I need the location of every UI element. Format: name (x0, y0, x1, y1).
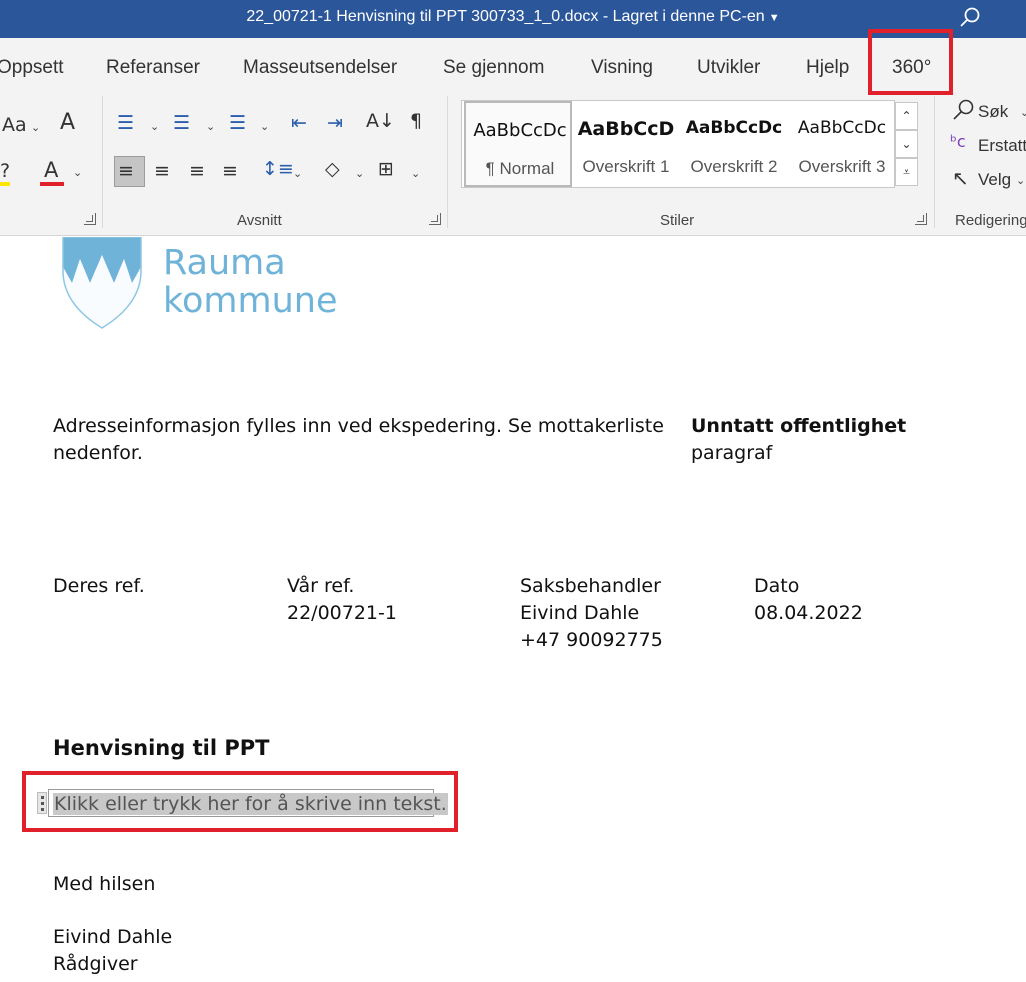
style-name: Overskrift 1 (582, 157, 670, 176)
signer-name: Eivind Dahle (53, 926, 173, 948)
styles-gallery: AaBbCcDc ¶ Normal AaBbCcD Overskrift 1 A… (461, 100, 895, 188)
rauma-coat-of-arms-icon (62, 237, 142, 329)
styles-group-label: Stiler (660, 212, 695, 229)
signer-title: Rådgiver (53, 953, 138, 975)
style-name: Overskrift 2 (690, 157, 778, 176)
group-separator (447, 96, 448, 228)
gallery-scroll-up-icon[interactable]: ⌃ (895, 102, 918, 130)
classification-title: Unntatt offentlighet (691, 415, 907, 437)
chevron-down-icon[interactable]: ⌄ (73, 166, 82, 179)
align-center-icon[interactable]: ≡ (154, 162, 170, 181)
search-icon[interactable] (950, 98, 976, 124)
style-sample: AaBbCcDc (685, 118, 783, 138)
saksbehandler-label: Saksbehandler (520, 575, 661, 597)
style-sample: AaBbCcD (577, 118, 675, 140)
style-heading-2[interactable]: AaBbCcDc Overskrift 2 (680, 101, 788, 187)
logo-text-rauma: Rauma (163, 243, 286, 283)
tab-se-gjennom[interactable]: Se gjennom (443, 57, 544, 79)
group-separator (102, 96, 103, 228)
show-formatting-marks-icon[interactable]: ¶ (410, 112, 422, 131)
align-left-icon: ≡ (118, 160, 134, 182)
tab-hjelp[interactable]: Hjelp (806, 57, 849, 79)
logo-text-kommune: kommune (163, 281, 338, 321)
chevron-down-icon[interactable]: ⌄ (206, 120, 215, 133)
chevron-down-icon[interactable]: ⌄ (1020, 106, 1026, 119)
styles-dialog-launcher-icon[interactable] (915, 213, 927, 225)
tab-masseutsendelser[interactable]: Masseutsendelser (243, 57, 397, 79)
numbering-icon[interactable]: ☰ (173, 114, 190, 133)
increase-indent-icon[interactable]: ⇥ (327, 114, 343, 133)
borders-icon[interactable]: ⊞ (378, 160, 394, 179)
style-heading-1[interactable]: AaBbCcD Overskrift 1 (572, 101, 680, 187)
chevron-down-icon[interactable]: ▼ (769, 12, 780, 24)
editing-group-label: Redigering (955, 212, 1026, 229)
select-button[interactable]: Velg (978, 170, 1011, 190)
font-color-icon[interactable]: A (44, 160, 58, 181)
closing-text: Med hilsen (53, 873, 156, 895)
style-normal[interactable]: AaBbCcDc ¶ Normal (464, 101, 572, 187)
var-ref-label: Vår ref. (287, 575, 355, 597)
sort-icon[interactable]: A↓ (366, 112, 395, 131)
highlight-color-swatch (0, 182, 10, 186)
document-page[interactable]: Rauma kommune Adresseinformasjon fylles … (0, 237, 1026, 982)
font-color-swatch (40, 182, 64, 186)
gallery-more-icon[interactable]: ⩡ (895, 158, 918, 186)
replace-icon[interactable]: ᵇc (950, 134, 966, 150)
highlight-box-content-control (22, 771, 458, 832)
style-heading-3[interactable]: AaBbCcDc Overskrift 3 (788, 101, 896, 187)
style-name: ¶ Normal (485, 159, 555, 178)
paragraph-group-label: Avsnitt (237, 212, 282, 229)
multilevel-list-icon[interactable]: ☰ (229, 114, 246, 133)
dato-value: 08.04.2022 (754, 602, 863, 624)
saksbehandler-name: Eivind Dahle (520, 602, 640, 624)
window-title[interactable]: 22_00721-1 Henvisning til PPT 300733_1_0… (0, 8, 1026, 26)
font-dialog-launcher-icon[interactable] (84, 213, 96, 225)
chevron-down-icon[interactable]: ⌄ (411, 167, 420, 180)
address-line-2: nedenfor. (53, 442, 143, 464)
chevron-down-icon[interactable]: ⌄ (150, 120, 159, 133)
chevron-down-icon[interactable]: ⌄ (1016, 174, 1025, 187)
align-right-icon[interactable]: ≡ (189, 162, 205, 181)
document-heading: Henvisning til PPT (53, 736, 270, 760)
change-case-button[interactable]: Aa (2, 116, 27, 135)
select-cursor-icon[interactable]: ↖ (952, 168, 969, 188)
chevron-down-icon[interactable]: ⌄ (293, 167, 302, 180)
tab-visning[interactable]: Visning (591, 57, 653, 79)
tab-referanser[interactable]: Referanser (106, 57, 200, 79)
classification-paragraph: paragraf (691, 442, 773, 464)
paragraph-dialog-launcher-icon[interactable] (429, 213, 441, 225)
replace-button[interactable]: Erstatt (978, 136, 1026, 156)
justify-icon[interactable]: ≡ (222, 162, 238, 181)
bullets-icon[interactable]: ☰ (117, 114, 134, 133)
highlight-box-360-tab (868, 29, 953, 95)
highlight-color-icon[interactable]: ? (0, 162, 10, 181)
address-line-1: Adresseinformasjon fylles inn ved eksped… (53, 415, 664, 437)
group-separator (934, 96, 935, 228)
search-icon[interactable] (958, 6, 982, 30)
search-button[interactable]: Søk (978, 102, 1008, 122)
style-sample: AaBbCcDc (797, 118, 887, 138)
dato-label: Dato (754, 575, 800, 597)
line-spacing-icon[interactable]: ↕≡ (262, 160, 294, 179)
style-sample: AaBbCcDc (473, 120, 567, 141)
ribbon: Aa ⌄ A ? A ⌄ ☰ ⌄ ☰ ⌄ ☰ ⌄ ⇤ ⇥ A↓ ¶ ≡ ≡ ≡ … (0, 96, 1026, 236)
shading-icon[interactable]: ◇ (325, 160, 340, 179)
chevron-down-icon[interactable]: ⌄ (31, 121, 40, 134)
gallery-scroll-down-icon[interactable]: ⌄ (895, 130, 918, 158)
chevron-down-icon[interactable]: ⌄ (260, 120, 269, 133)
decrease-indent-icon[interactable]: ⇤ (291, 114, 307, 133)
saksbehandler-phone: +47 90092775 (520, 629, 663, 651)
window-title-text: 22_00721-1 Henvisning til PPT 300733_1_0… (246, 8, 765, 25)
tab-oppsett[interactable]: Oppsett (0, 57, 64, 79)
chevron-down-icon[interactable]: ⌄ (355, 167, 364, 180)
tab-utvikler[interactable]: Utvikler (697, 57, 760, 79)
clear-formatting-icon[interactable]: A (60, 112, 75, 134)
deres-ref-label: Deres ref. (53, 575, 145, 597)
var-ref-value: 22/00721-1 (287, 602, 397, 624)
style-name: Overskrift 3 (798, 157, 886, 176)
